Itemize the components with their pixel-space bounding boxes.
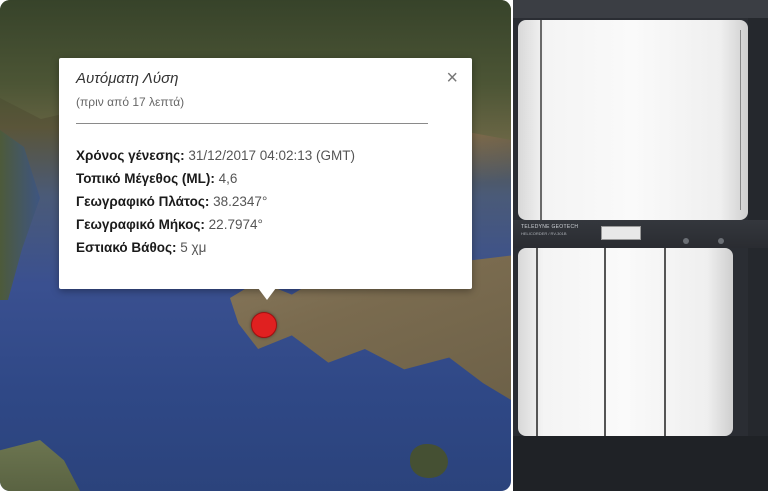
earthquake-info-popup: Αυτόματη Λύση (πριν από 17 λεπτά) × Χρόν… (59, 58, 472, 289)
info-row-longitude: Γεωγραφικό Μήκος: 22.7974° (76, 213, 355, 236)
seismogram-trace (540, 20, 542, 220)
popup-divider (76, 123, 428, 124)
info-value: 31/12/2017 04:02:13 (GMT) (188, 148, 356, 163)
map-island (410, 444, 448, 478)
info-label: Τοπικό Μέγεθος (ML): (76, 171, 215, 186)
screw (718, 238, 724, 244)
seismograph-side-rail (748, 18, 768, 491)
seismograph-base (513, 436, 768, 491)
instrument-model-label: HELICORDER / RV-301B (521, 231, 567, 236)
info-list: Χρόνος γένεσης: 31/12/2017 04:02:13 (GMT… (76, 144, 355, 259)
popup-subtitle: (πριν από 17 λεπτά) (76, 95, 185, 109)
screw (683, 238, 689, 244)
info-value: 5 χμ (180, 240, 207, 255)
seismograph-photo: TELEDYNE GEOTECH HELICORDER / RV-301B (513, 0, 768, 491)
map-shoreline-west (0, 130, 40, 300)
seismograph-drum-lower (518, 248, 733, 436)
popup-title: Αυτόματη Λύση (76, 70, 179, 87)
seismogram-trace (604, 248, 606, 436)
seismogram-trace (740, 30, 741, 210)
info-row-origin-time: Χρόνος γένεσης: 31/12/2017 04:02:13 (GMT… (76, 144, 355, 167)
info-label: Χρόνος γένεσης: (76, 148, 185, 163)
info-value: 38.2347° (213, 194, 268, 209)
popup-pointer (258, 288, 276, 300)
info-row-latitude: Γεωγραφικό Πλάτος: 38.2347° (76, 190, 355, 213)
seismogram-trace (664, 248, 666, 436)
info-value: 22.7974° (208, 217, 263, 232)
info-value: 4,6 (218, 171, 238, 186)
instrument-sticker (601, 226, 641, 240)
seismograph-frame-top (513, 0, 768, 18)
info-label: Γεωγραφικό Μήκος: (76, 217, 205, 232)
info-row-magnitude: Τοπικό Μέγεθος (ML): 4,6 (76, 167, 355, 190)
info-row-depth: Εστιακό Βάθος: 5 χμ (76, 236, 355, 259)
map-landmass-southwest (0, 440, 80, 491)
seismograph-drum-upper (518, 20, 748, 220)
epicenter-marker-icon[interactable] (251, 312, 277, 338)
close-icon[interactable]: × (446, 68, 458, 88)
seismogram-trace (536, 248, 538, 436)
info-label: Εστιακό Βάθος: (76, 240, 177, 255)
info-label: Γεωγραφικό Πλάτος: (76, 194, 210, 209)
instrument-brand-label: TELEDYNE GEOTECH (521, 224, 579, 230)
satellite-map[interactable]: Αυτόματη Λύση (πριν από 17 λεπτά) × Χρόν… (0, 0, 511, 491)
